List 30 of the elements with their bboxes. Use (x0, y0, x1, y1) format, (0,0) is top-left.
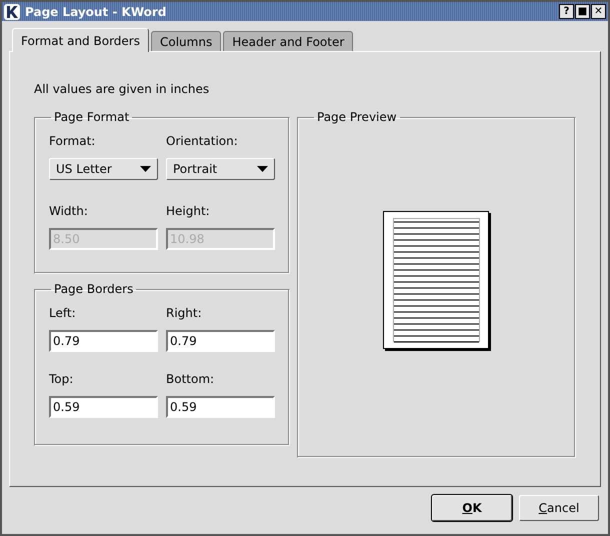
window-control-button[interactable]: ? (559, 4, 574, 19)
k-logo-icon (4, 4, 20, 20)
field-label: Bottom: (166, 372, 216, 388)
field-label: Orientation: (166, 134, 239, 150)
group-title: Page Preview (316, 110, 398, 124)
format-dropdown[interactable]: US Letter (49, 158, 158, 180)
tab[interactable]: Header and Footer (223, 31, 354, 51)
group-title: Page Borders (53, 282, 134, 296)
ok-button[interactable]: OK (432, 495, 512, 521)
field-label: Top: (49, 372, 74, 388)
field-label: Format: (49, 134, 96, 150)
field-label: Height: (166, 204, 211, 220)
orientation-dropdown[interactable]: Portrait (166, 158, 275, 180)
field-label: Left: (49, 306, 77, 322)
info-text: All values are given in inches (34, 82, 210, 96)
margin-field[interactable]: 0.79 (49, 330, 158, 352)
caret-icon (257, 166, 268, 172)
field-label: Width: (49, 204, 89, 220)
cancel-button[interactable]: Cancel (519, 495, 599, 521)
caret-icon (140, 166, 151, 172)
tab[interactable]: Columns (150, 31, 222, 51)
margin-field[interactable]: 0.79 (166, 330, 275, 352)
field-label: Right: (166, 306, 203, 322)
margin-field[interactable]: 0.59 (166, 396, 275, 418)
group-title: Page Format (53, 110, 130, 124)
window-title: Page Layout - KWord (25, 4, 168, 18)
window-control-button[interactable]: ✕ (591, 4, 606, 19)
margin-field[interactable]: 0.59 (49, 396, 158, 418)
window-control-button[interactable]: ■ (575, 4, 590, 19)
tab[interactable]: Format and Borders (12, 28, 149, 52)
